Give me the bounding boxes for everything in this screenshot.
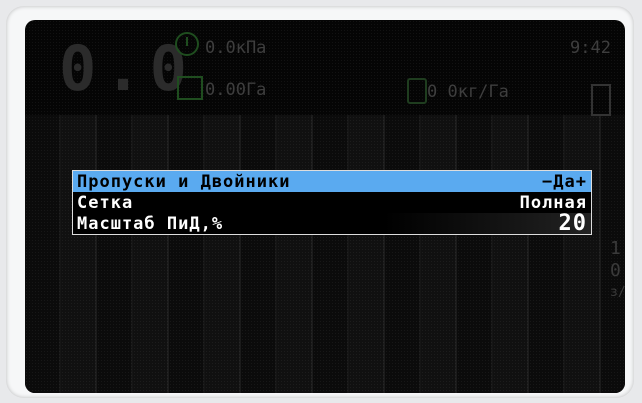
battery-icon (591, 84, 611, 116)
right-value-1: 1.0 (610, 238, 625, 259)
bottom-scale (45, 375, 605, 385)
menu-item-value[interactable]: Полная (520, 193, 587, 213)
nozzle-icon (407, 78, 427, 104)
right-unit: з/м (610, 285, 625, 300)
menu-item-label: Масштаб ПиД,% (77, 213, 224, 234)
field-icon (177, 76, 203, 100)
menu-item-value[interactable]: −Да+ (542, 172, 587, 192)
menu-item-label: Сетка (77, 192, 134, 213)
settings-menu: Пропуски и Двойники −Да+ Сетка Полная Ма… (72, 170, 592, 236)
menu-item-grid[interactable]: Сетка Полная (73, 192, 591, 213)
right-readout: 1.0 0 з/м (610, 238, 625, 304)
clock-time: 9:42 (570, 38, 611, 58)
area-readout: 0.00Га (205, 80, 267, 100)
menu-item-scale[interactable]: Масштаб ПиД,% 20 (73, 211, 591, 236)
menu-item-label: Пропуски и Двойники (77, 171, 291, 192)
rate-readout: 0 0кг/Га (427, 82, 509, 102)
right-value-2: 0 (610, 260, 621, 281)
clock-icon (175, 32, 199, 56)
pressure-readout: 0.0кПа (205, 38, 267, 58)
menu-item-value[interactable]: 20 (559, 211, 588, 236)
menu-item-gaps-overlaps[interactable]: Пропуски и Двойники −Да+ (73, 171, 591, 192)
